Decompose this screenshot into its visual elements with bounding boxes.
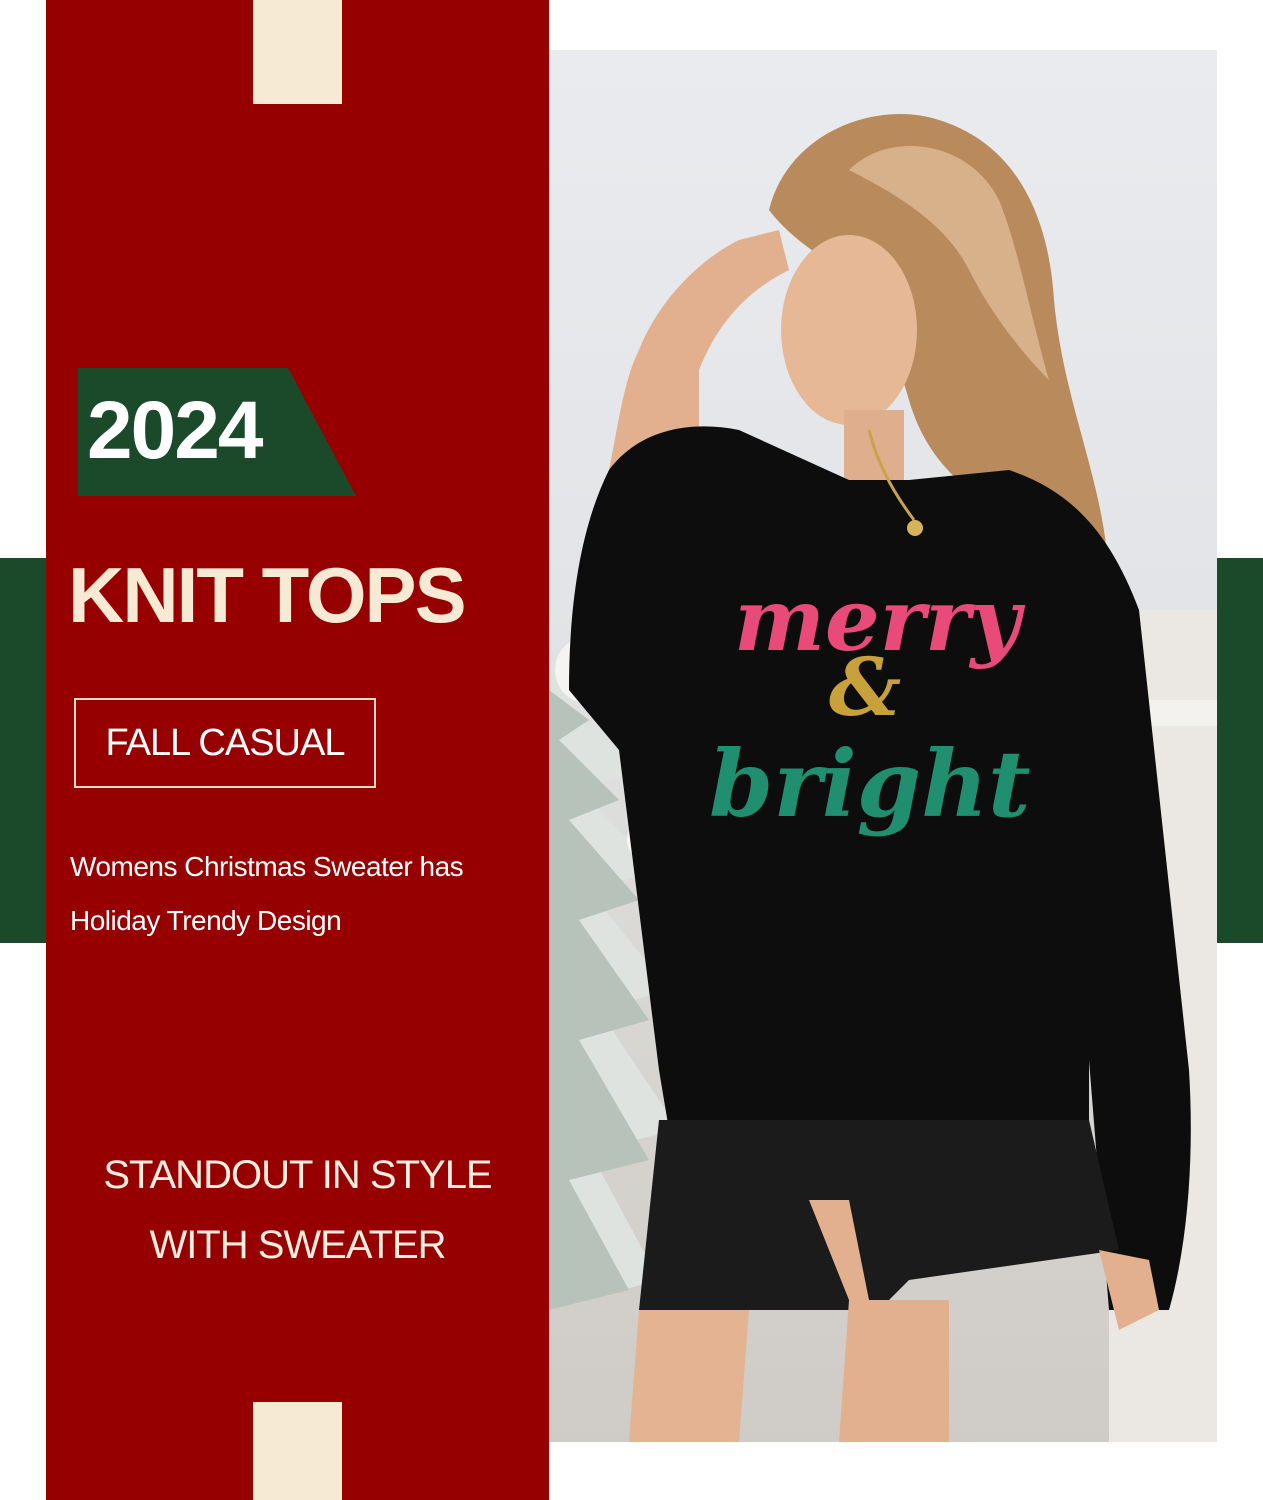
description-line: Holiday Trendy Design (70, 905, 342, 936)
description-line: Womens Christmas Sweater has (70, 851, 464, 882)
year-label: 2024 (87, 385, 263, 476)
tag-label: FALL CASUAL (105, 721, 346, 764)
print-line-ampersand: & (829, 640, 902, 734)
tag-box: FALL CASUAL (74, 698, 376, 788)
slogan-line: WITH SWEATER (149, 1223, 446, 1267)
headline: KNIT TOPS (68, 551, 467, 639)
slogan-line: STANDOUT IN STYLE (103, 1153, 492, 1197)
green-band-right (1217, 558, 1263, 943)
cream-tab-top (253, 0, 342, 104)
green-band-left (0, 558, 46, 943)
product-photo: merry & bright (549, 50, 1217, 1442)
slogan: STANDOUT IN STYLE WITH SWEATER (46, 1140, 549, 1280)
description: Womens Christmas Sweater has Holiday Tre… (70, 840, 540, 948)
print-line-bright: bright (709, 730, 1031, 838)
cream-tab-bottom (253, 1402, 342, 1500)
year-banner: 2024 (78, 368, 356, 496)
